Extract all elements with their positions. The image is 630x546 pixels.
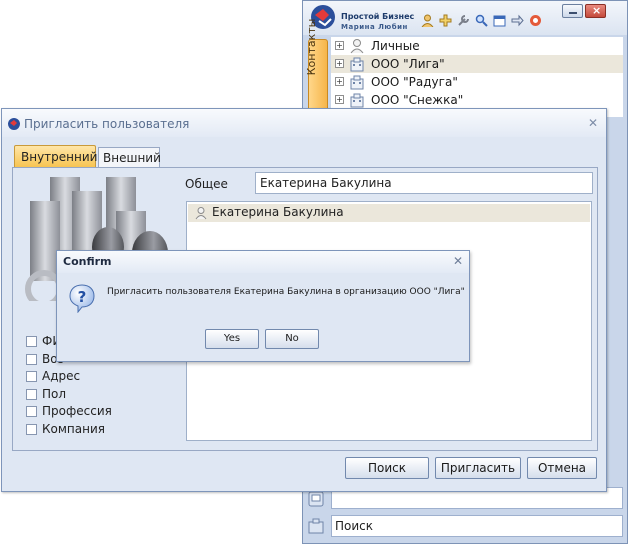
building-icon xyxy=(350,93,364,108)
expand-icon[interactable]: + xyxy=(335,41,344,50)
tree-item-label: ООО "Снежка" xyxy=(371,93,464,107)
tree-item-raduga[interactable]: + ООО "Радуга" xyxy=(331,73,623,91)
cancel-button[interactable]: Отмена xyxy=(527,457,597,479)
confirm-title: Confirm xyxy=(63,255,112,268)
checkbox-row[interactable]: Пол xyxy=(26,386,176,404)
app-logo-icon xyxy=(8,118,20,130)
minimize-button[interactable] xyxy=(562,4,583,18)
close-icon: × xyxy=(592,4,602,17)
confirm-title-bar: Confirm ✕ xyxy=(57,251,469,273)
confirm-message: Пригласить пользователя Екатерина Бакули… xyxy=(107,287,465,297)
list-item[interactable]: Екатерина Бакулина xyxy=(188,204,590,222)
checkbox[interactable] xyxy=(26,354,37,365)
checkbox-row[interactable]: Адрес xyxy=(26,368,176,386)
checkbox-row[interactable]: Профессия xyxy=(26,403,176,421)
search-button[interactable]: Поиск xyxy=(345,457,429,479)
invite-button[interactable]: Пригласить xyxy=(435,457,521,479)
search-field[interactable]: Поиск xyxy=(331,515,623,537)
minimize-icon xyxy=(569,12,577,14)
checkbox[interactable] xyxy=(26,406,37,417)
svg-text:?: ? xyxy=(78,288,87,306)
lifebuoy-icon[interactable] xyxy=(529,14,542,27)
expand-icon[interactable]: + xyxy=(335,95,344,104)
no-button[interactable]: No xyxy=(265,329,319,349)
close-icon[interactable]: ✕ xyxy=(588,116,598,130)
confirm-dialog: Confirm ✕ ? Пригласить пользователя Екат… xyxy=(56,250,470,362)
close-button[interactable]: × xyxy=(585,4,606,18)
tree-item-label: ООО "Лига" xyxy=(371,57,445,71)
contacts-window-header: Простой Бизнес Марина Любин × xyxy=(303,1,627,35)
checkbox-label: Пол xyxy=(42,387,67,401)
checkbox[interactable] xyxy=(26,389,37,400)
expand-icon[interactable]: + xyxy=(335,77,344,86)
tab-internal[interactable]: Внутренний xyxy=(14,145,97,167)
tree-item-personal[interactable]: + Личные xyxy=(331,37,623,55)
tree-item-label: Личные xyxy=(371,39,420,53)
tab-external[interactable]: Внешний xyxy=(98,147,161,167)
dialog-title: Пригласить пользователя xyxy=(24,117,190,131)
checkbox[interactable] xyxy=(26,336,37,347)
checkbox[interactable] xyxy=(26,424,37,435)
calendar-icon[interactable] xyxy=(493,14,506,27)
building-icon xyxy=(350,75,364,90)
checkbox-label: Адрес xyxy=(42,369,81,383)
yes-button[interactable]: Yes xyxy=(205,329,259,349)
expand-icon[interactable]: + xyxy=(335,59,344,68)
list-item-label: Екатерина Бакулина xyxy=(212,205,344,219)
checkbox[interactable] xyxy=(26,371,37,382)
add-icon[interactable] xyxy=(439,14,452,27)
forward-icon[interactable] xyxy=(511,14,524,27)
tree-item-liga[interactable]: + ООО "Лига" xyxy=(331,55,623,73)
search-label: Поиск xyxy=(335,519,374,533)
tab-contacts-label: Контакты xyxy=(305,18,318,76)
search-icon[interactable] xyxy=(475,14,488,27)
checkbox-label: Профессия xyxy=(42,404,112,418)
person-icon xyxy=(195,207,207,220)
checkbox-label: Компания xyxy=(42,422,105,436)
app-title: Простой Бизнес xyxy=(341,12,415,21)
building-search-icon[interactable] xyxy=(307,517,325,535)
person-icon xyxy=(350,39,364,54)
app-user-name: Марина Любин xyxy=(341,23,408,31)
question-icon: ? xyxy=(69,284,95,313)
user-icon[interactable] xyxy=(421,14,434,27)
general-input[interactable]: Екатерина Бакулина xyxy=(255,172,593,194)
contacts-tree: + Личные + ООО "Лига" + ООО "Радуга" + О… xyxy=(331,37,623,117)
contact-card-icon[interactable] xyxy=(307,490,325,508)
building-icon xyxy=(350,57,364,72)
checkbox-row[interactable]: Компания xyxy=(26,421,176,439)
tree-item-snezhka[interactable]: + ООО "Снежка" xyxy=(331,91,623,109)
general-label: Общее xyxy=(185,177,228,191)
close-icon[interactable]: ✕ xyxy=(453,254,463,268)
wrench-icon[interactable] xyxy=(457,14,470,27)
tree-item-label: ООО "Радуга" xyxy=(371,75,458,89)
dialog-title-bar: Пригласить пользователя ✕ xyxy=(2,109,606,137)
